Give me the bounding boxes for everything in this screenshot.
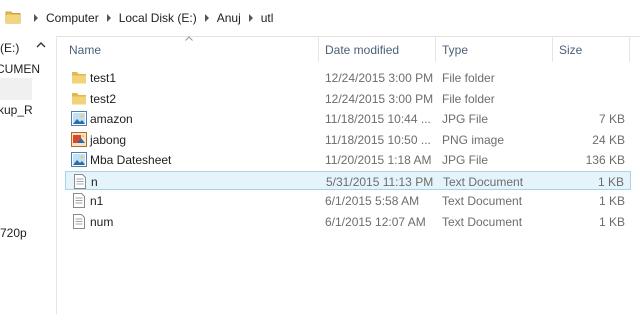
nav-item-documents[interactable]: CUMEN xyxy=(0,62,40,76)
file-date: 11/20/2015 1:18 AM xyxy=(325,153,432,167)
file-row[interactable]: test1 12/24/2015 3:00 PM File folder xyxy=(65,68,631,87)
file-type: JPG File xyxy=(442,112,489,126)
breadcrumb-utl[interactable]: utl xyxy=(261,11,274,25)
text-file-icon xyxy=(73,193,85,208)
breadcrumb: Computer Local Disk (E:) Anuj utl xyxy=(26,11,273,25)
file-type: Text Document xyxy=(443,175,524,189)
file-row[interactable]: Mba Datesheet 11/20/2015 1:18 AM JPG Fil… xyxy=(65,150,631,169)
folder-icon xyxy=(5,11,21,24)
column-header-date[interactable]: Date modified xyxy=(325,43,399,57)
navigation-pane: (E:) CUMEN kup_R 720p xyxy=(0,36,57,314)
text-file-icon xyxy=(73,214,85,229)
file-size: 1 KB xyxy=(598,215,625,229)
png-file-icon xyxy=(71,132,87,147)
column-divider[interactable] xyxy=(552,36,553,62)
column-header-size[interactable]: Size xyxy=(559,43,582,57)
file-date: 6/1/2015 12:07 AM xyxy=(325,215,426,229)
file-date: 11/18/2015 10:50 ... xyxy=(325,133,431,147)
file-name: Mba Datesheet xyxy=(90,153,172,167)
file-name: test2 xyxy=(90,92,117,106)
file-row[interactable]: num 6/1/2015 12:07 AM Text Document 1 KB xyxy=(65,212,631,231)
file-type: PNG image xyxy=(442,133,505,147)
folder-icon xyxy=(72,72,86,84)
file-row-selected[interactable]: n 5/31/2015 11:13 PM Text Document 1 KB xyxy=(65,171,631,190)
chevron-right-icon[interactable] xyxy=(106,14,111,22)
file-size: 24 KB xyxy=(592,133,625,147)
file-list: Name Date modified Type Size test1 12/24… xyxy=(57,36,640,314)
file-size: 1 KB xyxy=(598,194,625,208)
file-name: n1 xyxy=(90,194,104,208)
column-divider[interactable] xyxy=(435,36,436,62)
sort-ascending-icon xyxy=(185,36,193,41)
file-row[interactable]: amazon 11/18/2015 10:44 ... JPG File 7 K… xyxy=(65,109,631,128)
text-file-icon xyxy=(74,174,86,189)
column-divider[interactable] xyxy=(318,36,319,62)
file-name: test1 xyxy=(90,71,117,85)
breadcrumb-local-disk[interactable]: Local Disk (E:) xyxy=(119,11,197,25)
address-bar[interactable]: Computer Local Disk (E:) Anuj utl xyxy=(0,0,640,37)
file-type: File folder xyxy=(442,92,495,106)
image-file-icon xyxy=(71,111,87,126)
file-size: 1 KB xyxy=(597,175,624,189)
file-row[interactable]: test2 12/24/2015 3:00 PM File folder xyxy=(65,89,631,108)
chevron-up-icon[interactable] xyxy=(36,41,46,49)
file-name: n xyxy=(91,175,98,189)
file-type: Text Document xyxy=(442,215,523,229)
breadcrumb-computer[interactable]: Computer xyxy=(46,11,99,25)
file-date: 6/1/2015 5:58 AM xyxy=(325,194,420,208)
column-header-row: Name Date modified Type Size xyxy=(57,36,640,64)
file-row[interactable]: n1 6/1/2015 5:58 AM Text Document 1 KB xyxy=(65,191,631,210)
breadcrumb-anuj[interactable]: Anuj xyxy=(217,11,241,25)
file-type: File folder xyxy=(442,71,495,85)
nav-item-720p[interactable]: 720p xyxy=(0,226,27,240)
file-date: 5/31/2015 11:13 PM xyxy=(326,175,434,189)
nav-selection-highlight xyxy=(0,78,32,100)
chevron-right-icon[interactable] xyxy=(204,14,209,22)
file-name: amazon xyxy=(90,112,133,126)
column-divider[interactable] xyxy=(629,36,630,62)
file-date: 12/24/2015 3:00 PM xyxy=(325,71,434,85)
file-size: 7 KB xyxy=(598,112,625,126)
file-name: num xyxy=(90,215,114,229)
chevron-right-icon[interactable] xyxy=(34,14,38,22)
file-type: Text Document xyxy=(442,194,523,208)
file-size: 136 KB xyxy=(585,153,625,167)
file-name: jabong xyxy=(90,133,127,147)
file-date: 11/18/2015 10:44 ... xyxy=(325,112,431,126)
chevron-right-icon[interactable] xyxy=(248,14,253,22)
column-header-type[interactable]: Type xyxy=(442,43,468,57)
nav-item-backup[interactable]: kup_R xyxy=(0,103,33,117)
folder-icon xyxy=(72,93,86,105)
file-type: JPG File xyxy=(442,153,489,167)
file-row[interactable]: jabong 11/18/2015 10:50 ... PNG image 24… xyxy=(65,130,631,149)
file-date: 12/24/2015 3:00 PM xyxy=(325,92,434,106)
column-header-name[interactable]: Name xyxy=(69,43,101,57)
nav-item-drive[interactable]: (E:) xyxy=(0,41,19,55)
image-file-icon xyxy=(71,152,87,167)
